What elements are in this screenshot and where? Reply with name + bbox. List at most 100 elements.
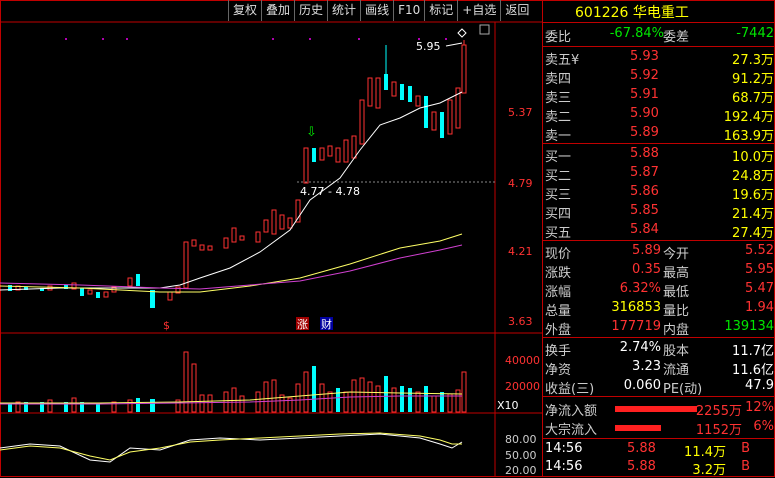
weibi-value: -67.84% bbox=[609, 26, 664, 41]
buy-row[interactable]: 买四 5.85 21.4万 bbox=[543, 203, 775, 222]
tick-volume: 11.4万 bbox=[684, 445, 726, 460]
tick-side: B bbox=[741, 459, 750, 474]
tick-row: 14:56 5.88 11.4万 B bbox=[543, 441, 775, 460]
buy-label: 买二 bbox=[545, 169, 572, 184]
flow-percent: 6% bbox=[753, 419, 774, 434]
flow-percent: 12% bbox=[745, 400, 774, 415]
flow-label: 净流入额 bbox=[545, 404, 598, 419]
fundamental-label: 股本 bbox=[663, 344, 690, 359]
flow-label: 大宗流入 bbox=[545, 423, 598, 438]
quote-panel: 601226 华电重工 委比 -67.84% 委差 -7442 卖五¥ 5.93 2… bbox=[542, 0, 775, 478]
stat-value: 139134 bbox=[724, 319, 774, 334]
stat-label: 量比 bbox=[663, 304, 690, 319]
sell-label: 卖二 bbox=[545, 110, 572, 125]
tick-price: 5.88 bbox=[627, 441, 656, 456]
flow-bar bbox=[615, 406, 697, 412]
sell-volume: 91.2万 bbox=[732, 72, 774, 87]
buy-volume: 27.4万 bbox=[732, 226, 774, 241]
stat-label: 内盘 bbox=[663, 323, 690, 338]
stat-value: 1.94 bbox=[745, 300, 774, 315]
fundamental-value: 11.6亿 bbox=[732, 363, 774, 378]
flow-value: 1152万 bbox=[695, 423, 742, 438]
volume-tick: 20000 bbox=[505, 380, 540, 393]
buy-volume: 19.6万 bbox=[732, 188, 774, 203]
buy-label: 买五 bbox=[545, 226, 572, 241]
sell-row[interactable]: 卖四 5.92 91.2万 bbox=[543, 68, 775, 87]
indicator-tick: 80.00 bbox=[505, 433, 537, 446]
buy-label: 买三 bbox=[545, 188, 572, 203]
sell-row[interactable]: 卖一 5.89 163.9万 bbox=[543, 125, 775, 144]
weibi-label: 委比 bbox=[545, 30, 572, 45]
buy-row[interactable]: 买三 5.86 19.6万 bbox=[543, 184, 775, 203]
fundamental-value: 11.7亿 bbox=[732, 344, 774, 359]
sell-volume: 27.3万 bbox=[732, 53, 774, 68]
buy-price: 5.85 bbox=[630, 203, 659, 218]
tick-price: 5.88 bbox=[627, 459, 656, 474]
sell-price: 5.91 bbox=[630, 87, 659, 102]
fundamental-label: 净资 bbox=[545, 363, 572, 378]
buy-price: 5.87 bbox=[630, 165, 659, 180]
zhang-marker: 涨 bbox=[297, 318, 308, 331]
flow-row: 净流入额 2255万 12% bbox=[543, 400, 775, 419]
sell-row[interactable]: 卖二 5.90 192.4万 bbox=[543, 106, 775, 125]
diamond-icon bbox=[457, 28, 467, 38]
stat-label: 涨幅 bbox=[545, 285, 572, 300]
sell-row[interactable]: 卖五¥ 5.93 27.3万 bbox=[543, 49, 775, 68]
sell-row[interactable]: 卖三 5.91 68.7万 bbox=[543, 87, 775, 106]
indicator-tick: 20.00 bbox=[505, 464, 537, 477]
stat-label: 今开 bbox=[663, 247, 690, 262]
stat-value: 177719 bbox=[611, 319, 661, 334]
flow-row: 大宗流入 1152万 6% bbox=[543, 419, 775, 438]
cai-marker: 财 bbox=[321, 317, 332, 331]
sell-price: 5.90 bbox=[630, 106, 659, 121]
stat-row: 总量 316853 量比 1.94 bbox=[543, 300, 775, 319]
kline-chart-pane[interactable]: 复权 叠加 历史 统计 画线 F10 标记 +自选 返回 5.37 4.79 4… bbox=[0, 0, 542, 477]
sell-volume: 192.4万 bbox=[723, 110, 774, 125]
buy-label: 买四 bbox=[545, 207, 572, 222]
buy-price: 5.88 bbox=[630, 146, 659, 161]
weicha-label: 委差 bbox=[663, 30, 690, 45]
price-tick: 5.37 bbox=[508, 106, 533, 119]
buy-volume: 21.4万 bbox=[732, 207, 774, 222]
stat-label: 最低 bbox=[663, 285, 690, 300]
buy-row[interactable]: 买二 5.87 24.8万 bbox=[543, 165, 775, 184]
sell-price: 5.92 bbox=[630, 68, 659, 83]
fundamental-row: 换手 2.74% 股本 11.7亿 bbox=[543, 340, 775, 359]
tick-volume: 3.2万 bbox=[692, 463, 726, 478]
buy-label: 买一 bbox=[545, 150, 572, 165]
weicha-value: -7442 bbox=[736, 26, 774, 41]
down-arrow-icon: ⇩ bbox=[306, 125, 317, 140]
buy-row[interactable]: 买五 5.84 27.4万 bbox=[543, 222, 775, 241]
stat-row: 外盘 177719 内盘 139134 bbox=[543, 319, 775, 338]
buy-row[interactable]: 买一 5.88 10.0万 bbox=[543, 146, 775, 165]
tick-time: 14:56 bbox=[545, 441, 583, 456]
sell-volume: 163.9万 bbox=[723, 129, 774, 144]
buy-volume: 10.0万 bbox=[732, 150, 774, 165]
buy-price: 5.86 bbox=[630, 184, 659, 199]
tick-side: B bbox=[741, 441, 750, 456]
fundamental-row: 净资 3.23 流通 11.6亿 bbox=[543, 359, 775, 378]
stat-label: 总量 bbox=[545, 304, 572, 319]
sell-label: 卖四 bbox=[545, 72, 572, 87]
stock-code: 601226 bbox=[575, 5, 629, 21]
price-tick: 4.21 bbox=[508, 245, 533, 258]
fundamental-row: 收益(三) 0.060 PE(动) 47.9 bbox=[543, 378, 775, 397]
kline-svg: 5.37 4.79 4.21 3.63 5.95 4.77 - 4.78 ⇩ $… bbox=[0, 21, 542, 477]
tick-time: 14:56 bbox=[545, 459, 583, 474]
volume-unit: X10 bbox=[497, 399, 519, 412]
sell-price: 5.89 bbox=[630, 125, 659, 140]
weibi-row: 委比 -67.84% 委差 -7442 bbox=[543, 26, 775, 45]
fundamental-label: 收益(三) bbox=[545, 382, 595, 397]
fundamental-value: 3.23 bbox=[632, 359, 661, 374]
fundamental-value: 2.74% bbox=[619, 340, 661, 355]
fundamental-label: PE(动) bbox=[663, 382, 703, 397]
sell-price: 5.93 bbox=[630, 49, 659, 64]
buy-price: 5.84 bbox=[630, 222, 659, 237]
stat-label: 最高 bbox=[663, 266, 690, 281]
stat-value: 0.35 bbox=[632, 262, 661, 277]
stat-value: 5.52 bbox=[745, 243, 774, 258]
stat-value: 316853 bbox=[611, 300, 661, 315]
tick-row: 14:56 5.88 3.2万 B bbox=[543, 459, 775, 478]
flow-value: 2255万 bbox=[695, 404, 742, 419]
price-tick: 3.63 bbox=[508, 315, 533, 328]
